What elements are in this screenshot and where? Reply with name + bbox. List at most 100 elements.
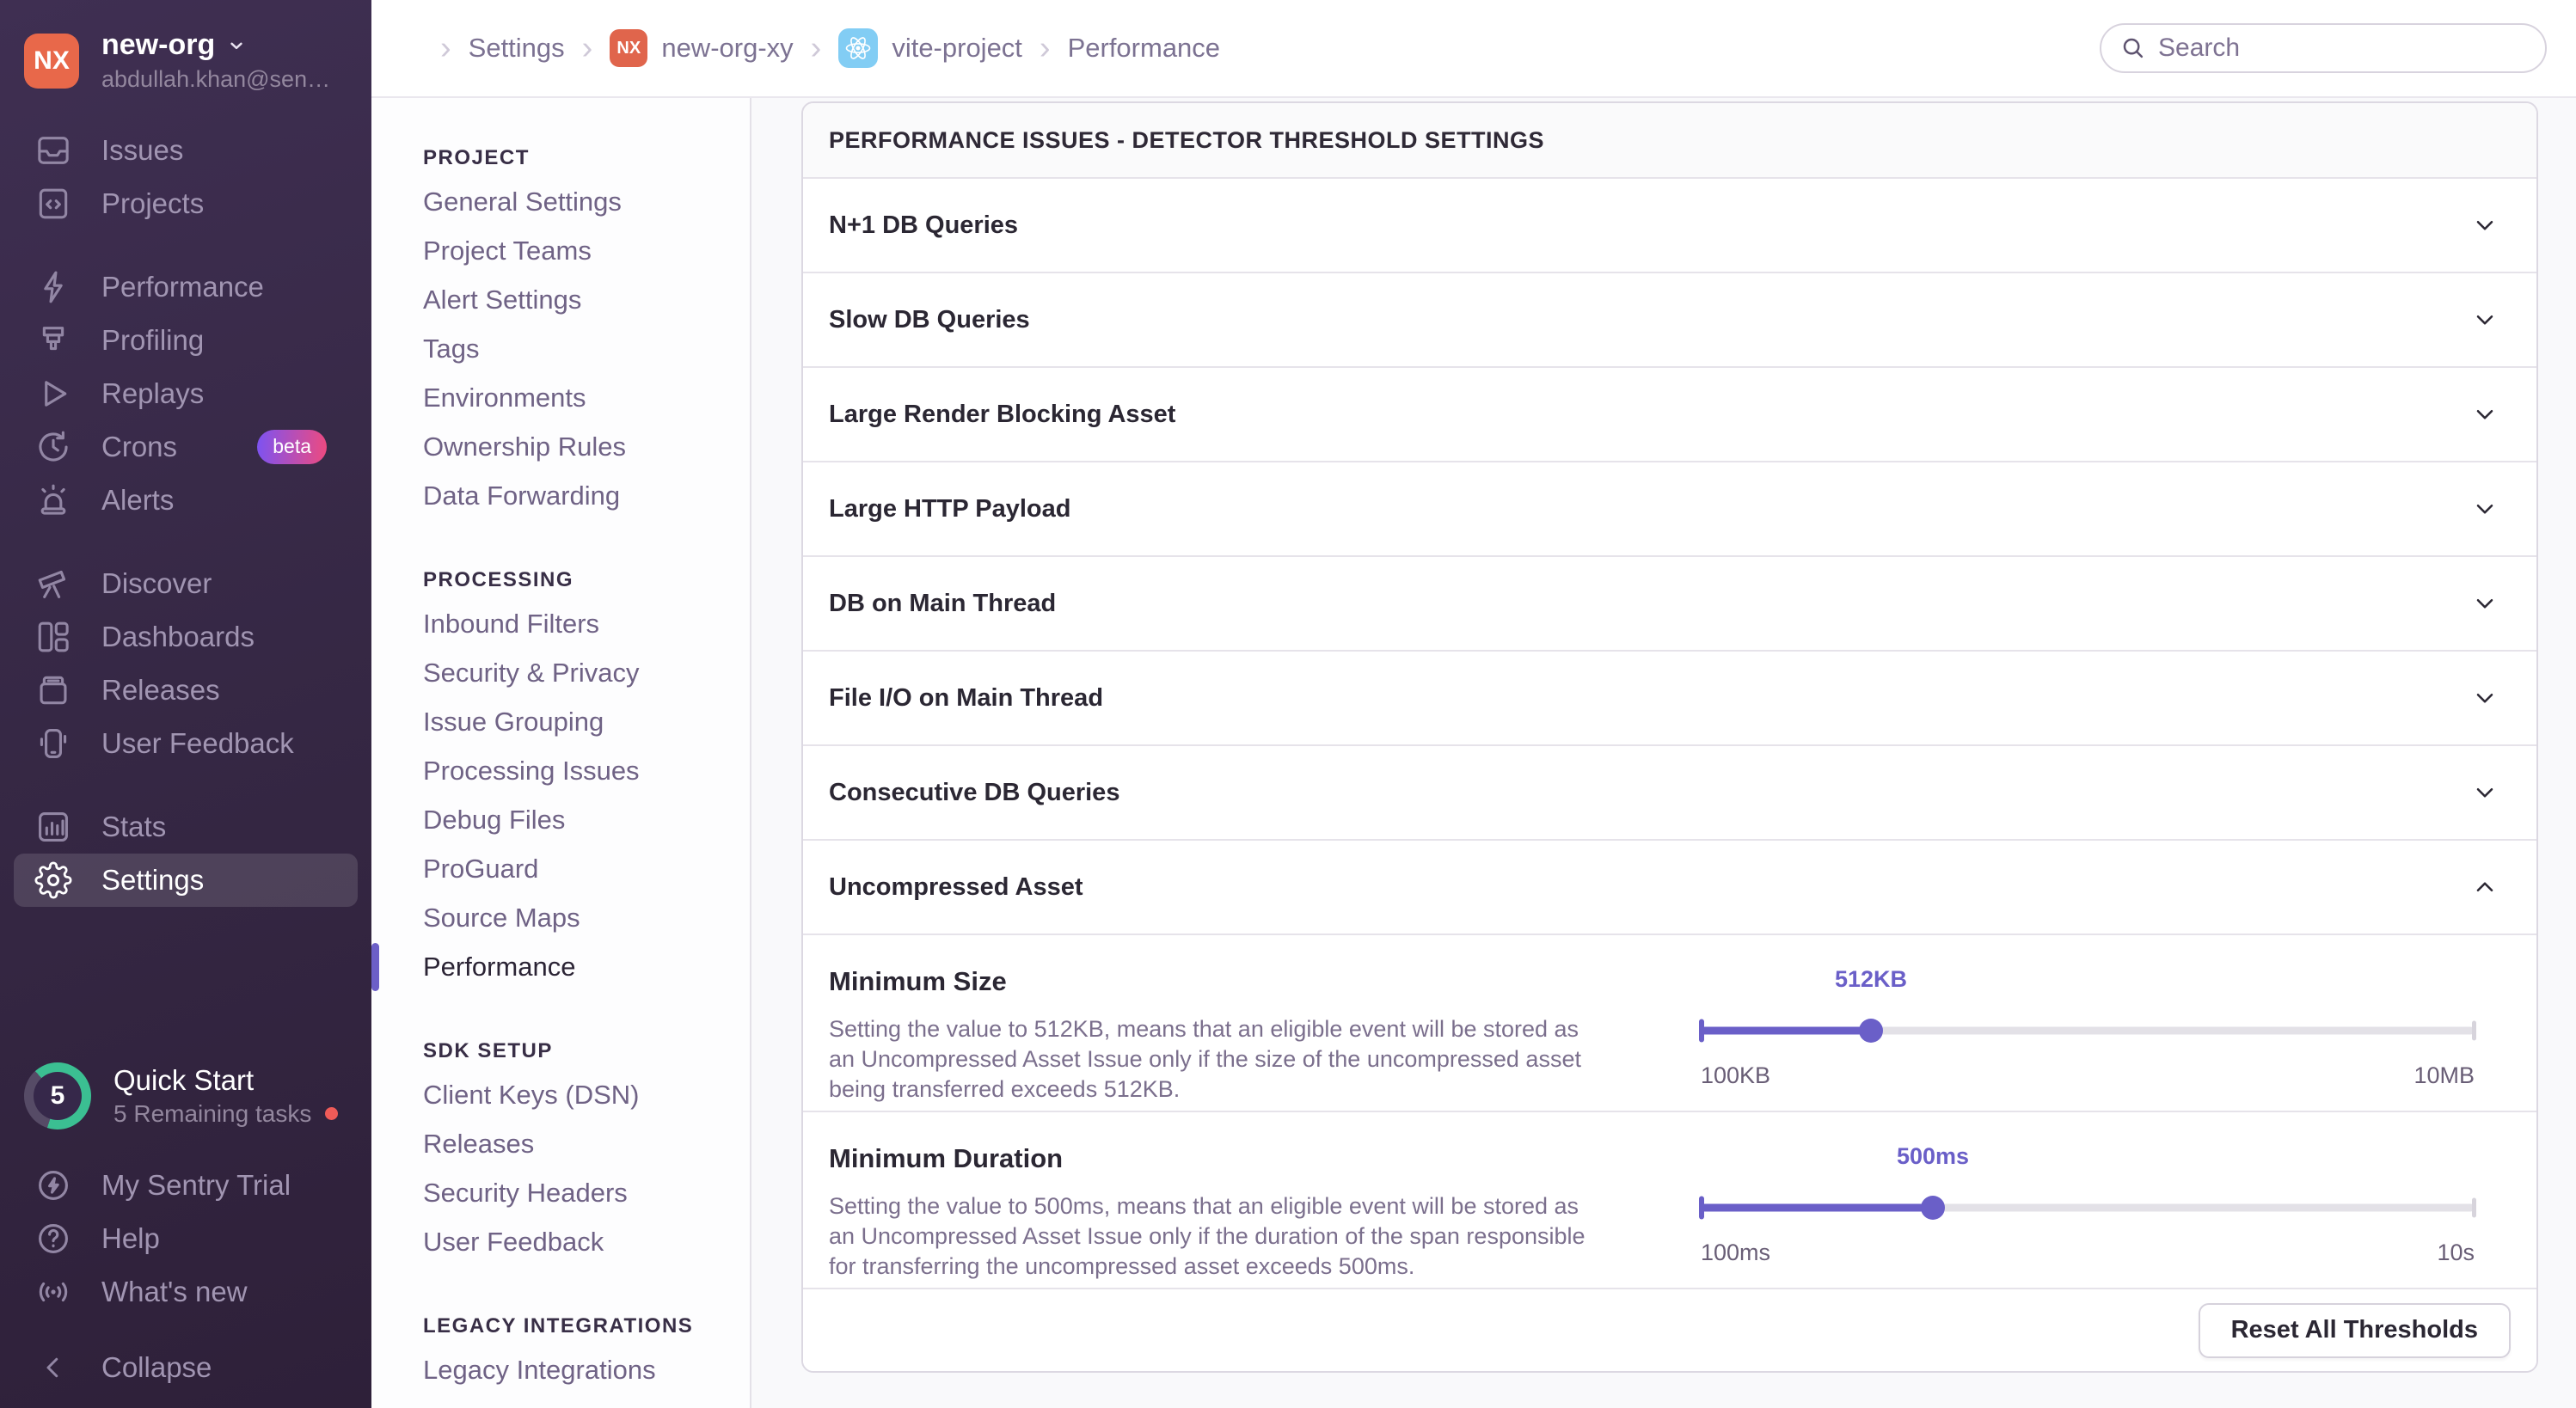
setting-description: Setting the value to 500ms, means that a… (829, 1191, 1603, 1282)
chevron-down-icon (225, 34, 248, 57)
slider-min-label: 100KB (1701, 1062, 1770, 1089)
detector-accordion-row[interactable]: Large HTTP Payload (803, 462, 2536, 557)
breadcrumb-item[interactable]: › vite-project (794, 28, 1022, 68)
settings-nav-entry[interactable]: Alert Settings (371, 275, 750, 324)
search-icon (2120, 35, 2146, 61)
search-box[interactable] (2100, 23, 2547, 73)
main-content: PERFORMANCE ISSUES - DETECTOR THRESHOLD … (751, 98, 2576, 1408)
sidebar-item[interactable]: Settings (14, 854, 358, 907)
reset-all-thresholds-button[interactable]: Reset All Thresholds (2199, 1303, 2511, 1358)
slider-track[interactable] (1701, 1190, 2475, 1226)
org-badge: NX (610, 29, 647, 67)
settings-nav-entry[interactable]: Security Headers (371, 1168, 750, 1217)
settings-nav-entry[interactable]: Source Maps (371, 893, 750, 942)
detector-accordion-row[interactable]: N+1 DB Queries (803, 179, 2536, 273)
sidebar-item[interactable]: Profiling (0, 314, 371, 367)
threshold-slider[interactable]: 512KB 100KB 10MB (1701, 959, 2475, 1111)
sidebar-item-label: Alerts (101, 484, 174, 517)
settings-nav-entry[interactable]: Ownership Rules (371, 422, 750, 471)
search-input[interactable] (2158, 34, 2526, 63)
settings-nav-entry[interactable]: User Feedback (371, 1217, 750, 1266)
beta-badge: beta (257, 430, 327, 464)
detector-accordion-row[interactable]: Consecutive DB Queries (803, 746, 2536, 841)
settings-nav-entry[interactable]: Legacy Integrations (371, 1345, 750, 1394)
settings-nav-entry[interactable]: Issue Grouping (371, 697, 750, 746)
settings-nav-entry[interactable]: Releases (371, 1119, 750, 1168)
detector-accordion-row[interactable]: DB on Main Thread (803, 557, 2536, 652)
sidebar-item[interactable]: Performance (0, 260, 371, 314)
settings-nav-entry[interactable]: Performance (371, 942, 750, 991)
sidebar-item[interactable]: Dashboards (0, 610, 371, 664)
sidebar-item[interactable]: Crons beta (0, 420, 371, 474)
dashboards-icon (34, 618, 72, 656)
threshold-slider[interactable]: 500ms 100ms 10s (1701, 1136, 2475, 1288)
settings-nav-entry[interactable]: Environments (371, 373, 750, 422)
sidebar-footer-item[interactable]: What's new (0, 1265, 371, 1319)
slider-thumb[interactable] (1921, 1196, 1945, 1220)
sidebar-footer-item[interactable]: My Sentry Trial (0, 1159, 371, 1212)
detector-accordion-row[interactable]: Slow DB Queries (803, 273, 2536, 368)
sidebar-item[interactable]: User Feedback (0, 717, 371, 770)
detector-label: N+1 DB Queries (829, 211, 1018, 240)
user-feedback-icon (34, 725, 72, 762)
performance-icon (34, 268, 72, 306)
sidebar-footer-item[interactable]: Help (0, 1212, 371, 1265)
settings-nav-entry[interactable]: Inbound Filters (371, 599, 750, 648)
breadcrumb-item[interactable]: › NX new-org-xy (565, 29, 794, 67)
breadcrumb-item[interactable]: › Performance (1022, 30, 1220, 67)
threshold-settings-panel: PERFORMANCE ISSUES - DETECTOR THRESHOLD … (801, 101, 2538, 1373)
breadcrumb-separator: › (582, 30, 593, 67)
breadcrumb-item[interactable]: › Settings (423, 30, 565, 67)
detector-label: File I/O on Main Thread (829, 684, 1103, 713)
settings-nav-entry[interactable]: Data Forwarding (371, 471, 750, 520)
releases-icon (34, 671, 72, 709)
settings-nav: PROJECT General Settings Project Teams A… (371, 98, 751, 1408)
gear-icon (34, 861, 72, 899)
sidebar-item-label: Dashboards (101, 621, 255, 653)
settings-nav-entry[interactable]: Project Teams (371, 226, 750, 275)
detector-accordion-row[interactable]: Large Render Blocking Asset (803, 368, 2536, 462)
collapse-sidebar-button[interactable]: Collapse (0, 1341, 371, 1394)
settings-nav-entry[interactable]: Client Keys (DSN) (371, 1070, 750, 1119)
detector-accordion-row[interactable]: Uncompressed Asset (803, 841, 2536, 935)
detector-label: Large HTTP Payload (829, 495, 1071, 523)
sidebar-item-label: Issues (101, 134, 183, 167)
settings-nav-entry[interactable]: Security & Privacy (371, 648, 750, 697)
settings-nav-entry: SDK SETUP (371, 1032, 750, 1070)
app-sidebar: NX new-org abdullah.khan@sen… Issues Pro… (0, 0, 371, 1408)
discover-icon (34, 565, 72, 603)
slider-thumb[interactable] (1859, 1019, 1883, 1043)
alerts-icon (34, 481, 72, 519)
sidebar-item[interactable]: Issues (0, 124, 371, 177)
notification-dot (325, 1107, 338, 1120)
setting-description: Setting the value to 512KB, means that a… (829, 1014, 1603, 1105)
sidebar-item-label: Crons (101, 431, 177, 463)
settings-nav-entry[interactable]: Processing Issues (371, 746, 750, 795)
org-switcher[interactable]: NX new-org abdullah.khan@sen… (0, 0, 371, 115)
sidebar-item-label: Settings (101, 864, 204, 897)
detector-accordion-row[interactable]: File I/O on Main Thread (803, 652, 2536, 746)
projects-icon (34, 185, 72, 223)
sidebar-item[interactable]: Discover (0, 557, 371, 610)
chevron-down-icon (2471, 306, 2499, 334)
settings-nav-entry[interactable]: Debug Files (371, 795, 750, 844)
settings-nav-entry[interactable]: General Settings (371, 177, 750, 226)
sidebar-item-label: User Feedback (101, 727, 294, 760)
settings-nav-entry[interactable]: ProGuard (371, 844, 750, 893)
breadcrumb-separator: › (440, 30, 451, 67)
sidebar-item-label: Help (101, 1222, 160, 1255)
breadcrumb: › Settings › NX new-org-xy › vite-projec… (423, 28, 1220, 68)
profiling-icon (34, 321, 72, 359)
sidebar-item[interactable]: Replays (0, 367, 371, 420)
sidebar-item[interactable]: Releases (0, 664, 371, 717)
sidebar-item[interactable]: Stats (0, 800, 371, 854)
quick-start-title: Quick Start (113, 1064, 338, 1097)
sidebar-item[interactable]: Projects (0, 177, 371, 230)
sidebar-item[interactable]: Alerts (0, 474, 371, 527)
settings-nav-entry[interactable]: Tags (371, 324, 750, 373)
breadcrumb-separator: › (811, 30, 822, 67)
quick-start-progress-ring: 5 (24, 1062, 91, 1129)
sidebar-item-label: Projects (101, 187, 204, 220)
slider-track[interactable] (1701, 1013, 2475, 1049)
quick-start-panel[interactable]: 5 Quick Start 5 Remaining tasks (0, 1062, 371, 1129)
